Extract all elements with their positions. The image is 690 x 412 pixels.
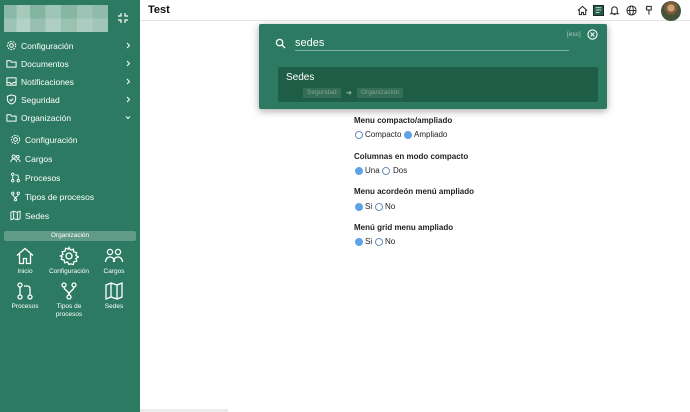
map-icon — [105, 282, 123, 300]
radio-una[interactable] — [355, 167, 363, 175]
setting-label: Menu compacto/ampliado — [354, 116, 453, 125]
gear-icon — [6, 40, 17, 51]
gear-icon — [10, 134, 21, 145]
git-pull-icon — [11, 172, 20, 183]
search-result[interactable]: Sedes Seguridad ➔ Organización — [278, 67, 598, 102]
sidebar: Configuración Documentos Notificaciones … — [0, 0, 140, 412]
radio-label: Dos — [393, 166, 408, 175]
sidebar-item-label: Notificaciones — [21, 77, 74, 87]
people-icon — [104, 248, 124, 263]
setting-label: Menú grid menu ampliado — [354, 223, 454, 232]
notebook-icon[interactable] — [593, 5, 604, 16]
sidebar-subitem-cargos[interactable]: Cargos — [0, 150, 140, 168]
setting-label: Menu acordeón menú ampliado — [354, 187, 475, 196]
grid-item-cargos[interactable]: Cargos — [92, 246, 136, 286]
radio-ampliado[interactable] — [404, 131, 412, 139]
sidebar-item-seguridad[interactable]: Seguridad — [0, 91, 140, 109]
gear-icon — [59, 246, 79, 266]
sidebar-item-label: Documentos — [21, 59, 69, 69]
inbox-icon — [6, 77, 17, 86]
sidebar-item-label: Configuración — [21, 41, 74, 51]
home-icon[interactable] — [577, 5, 588, 16]
grid-item-label: Inicio — [17, 268, 33, 275]
search-icon — [275, 38, 286, 49]
search-input[interactable] — [295, 35, 569, 51]
pin-icon[interactable] — [643, 5, 654, 16]
sidebar-item-label: Sedes — [25, 211, 50, 221]
bell-icon[interactable] — [609, 5, 620, 16]
chevron-right-icon — [126, 42, 131, 49]
radio-label: Si — [365, 237, 373, 246]
sidebar-subitem-configuracion[interactable]: Configuración — [0, 131, 140, 149]
home-icon — [16, 247, 34, 265]
git-pull-icon — [17, 282, 33, 300]
git-fork-icon — [11, 191, 20, 202]
sidebar-item-documentos[interactable]: Documentos — [0, 55, 140, 73]
sidebar-item-label: Organización — [21, 113, 72, 123]
radio-dos[interactable] — [382, 167, 390, 175]
close-icon[interactable] — [587, 29, 598, 40]
radio-label: Ampliado — [414, 130, 448, 139]
sidebar-item-label: Procesos — [25, 173, 61, 183]
grid-item-sedes[interactable]: Sedes — [92, 281, 136, 321]
result-breadcrumb: Seguridad — [303, 88, 341, 98]
git-fork-icon — [61, 282, 77, 300]
esc-hint: [esc] — [567, 31, 581, 38]
radio-label: Compacto — [365, 130, 402, 139]
chevron-right-icon — [126, 96, 131, 103]
people-icon — [10, 154, 21, 163]
radio-no[interactable] — [375, 203, 383, 211]
shield-icon — [6, 94, 17, 105]
grid-item-inicio[interactable]: Inicio — [3, 246, 47, 286]
sidebar-subitem-sedes[interactable]: Sedes — [0, 207, 140, 225]
sidebar-subitem-procesos[interactable]: Procesos — [0, 169, 140, 187]
chevron-right-icon — [126, 78, 131, 85]
result-title: Sedes — [286, 72, 315, 83]
chevron-right-icon — [126, 60, 131, 67]
radio-label: No — [385, 202, 396, 211]
folder-icon — [6, 60, 17, 68]
grid-item-label: Sedes — [104, 303, 124, 310]
folder-icon — [6, 114, 17, 122]
top-header: Test — [140, 0, 690, 21]
radio-label: Si — [365, 202, 373, 211]
setting-label: Columnas en modo compacto — [354, 152, 469, 161]
grid-item-label: Cargos — [103, 268, 125, 275]
sidebar-item-label: Cargos — [25, 154, 53, 164]
sidebar-subitem-tipos-de-procesos[interactable]: Tipos de procesos — [0, 188, 140, 206]
logo — [4, 5, 108, 32]
grid-item-label: Configuración — [48, 268, 90, 275]
sidebar-item-configuracion[interactable]: Configuración — [0, 37, 140, 55]
sidebar-item-organizacion[interactable]: Organización — [0, 109, 140, 127]
sidebar-item-label: Tipos de procesos — [25, 192, 95, 202]
section-title: Organización — [4, 231, 136, 241]
search-modal: [esc] Sedes Seguridad ➔ Organización — [259, 24, 607, 109]
radio-si[interactable] — [355, 238, 363, 246]
globe-icon[interactable] — [626, 5, 637, 16]
sidebar-item-label: Configuración — [25, 135, 78, 145]
result-breadcrumb: Organización — [357, 88, 404, 98]
avatar[interactable] — [661, 1, 681, 21]
app-window: Configuración Documentos Notificaciones … — [0, 0, 690, 412]
grid-item-tipos-de-procesos[interactable]: Tipos de procesos — [47, 281, 91, 321]
map-icon — [10, 210, 21, 221]
grid-item-label: Procesos — [11, 303, 39, 310]
chevron-down-icon — [125, 116, 131, 120]
radio-no[interactable] — [375, 238, 383, 246]
collapse-icon[interactable] — [117, 12, 129, 24]
radio-label: No — [385, 237, 396, 246]
grid-item-procesos[interactable]: Procesos — [3, 281, 47, 321]
arrow-right-icon: ➔ — [346, 90, 352, 97]
radio-label: Una — [365, 166, 380, 175]
sidebar-item-label: Seguridad — [21, 95, 60, 105]
grid-item-configuracion[interactable]: Configuración — [47, 246, 91, 286]
sidebar-item-notificaciones[interactable]: Notificaciones — [0, 73, 140, 91]
grid-item-label: Tipos de procesos — [55, 303, 83, 318]
radio-compacto[interactable] — [355, 131, 363, 139]
radio-si[interactable] — [355, 203, 363, 211]
page-title: Test — [148, 4, 170, 16]
